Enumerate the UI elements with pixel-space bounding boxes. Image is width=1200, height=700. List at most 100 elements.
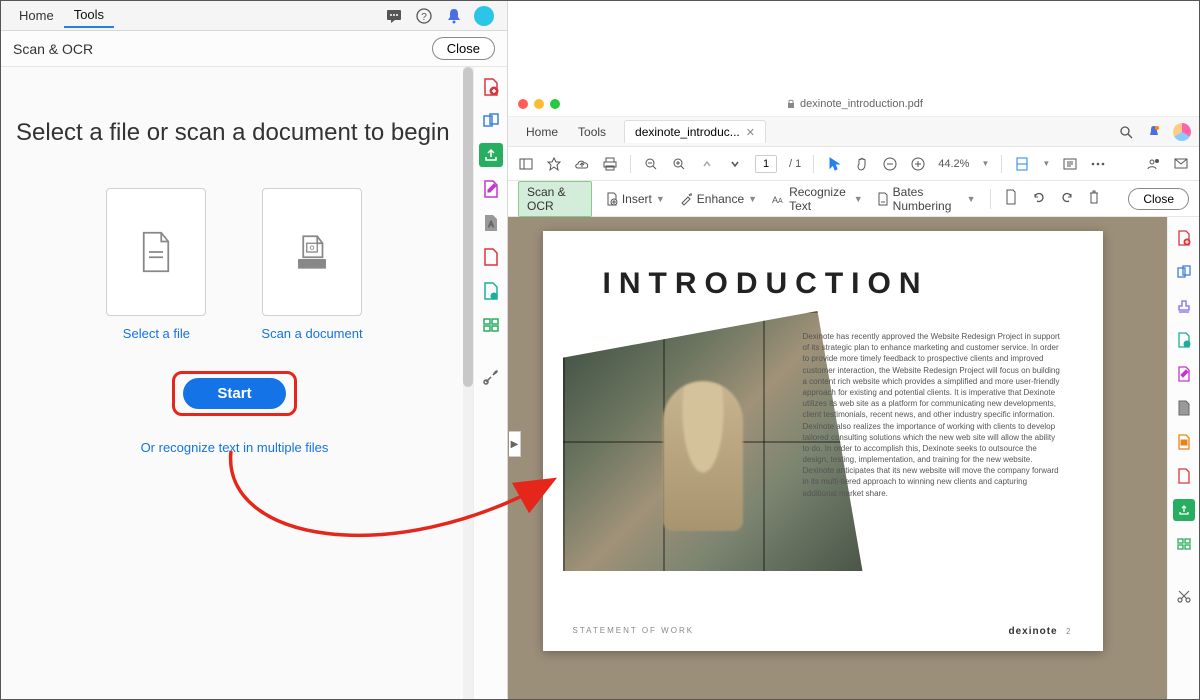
rr-create-icon[interactable] [1173, 227, 1195, 249]
share-icon[interactable] [479, 143, 503, 167]
scan-ocr-tab[interactable]: Scan & OCR [518, 181, 592, 217]
rr-optimize-icon[interactable] [1173, 533, 1195, 555]
rotate-ccw-icon[interactable] [1032, 190, 1046, 207]
right-tool-rail2 [1167, 217, 1199, 699]
traffic-lights[interactable] [518, 99, 560, 109]
user-avatar[interactable] [473, 5, 495, 27]
insert-menu[interactable]: Insert▼ [606, 192, 665, 206]
protect-icon[interactable] [479, 313, 503, 337]
rr-edit-icon[interactable] [1173, 363, 1195, 385]
selection-icon[interactable] [826, 156, 842, 172]
start-highlight-annotation: Start [172, 371, 296, 416]
more-tools-icon[interactable] [479, 365, 503, 389]
tab-tools[interactable]: Tools [568, 121, 616, 143]
scrollbar-thumb[interactable] [463, 67, 473, 387]
right-tool-rail: A [473, 67, 507, 699]
scan-ocr-toolbar: Scan & OCR Insert▼ Enhance▼ AARecognize … [508, 181, 1199, 217]
hand-icon[interactable] [854, 156, 870, 172]
delete-icon[interactable] [1088, 190, 1100, 207]
doc-title: INTRODUCTION [603, 267, 1063, 301]
page-total-label: / 1 [789, 158, 801, 170]
search-icon[interactable] [1117, 123, 1135, 141]
macos-titlebar: dexinote_introduction.pdf [508, 91, 1199, 117]
zoom-level[interactable]: 44.2% [938, 158, 969, 170]
doc-photo-subject [663, 381, 743, 531]
zoom-out2-icon[interactable] [882, 156, 898, 172]
close-tab-icon[interactable]: ✕ [746, 126, 755, 139]
scan-document-option[interactable]: Scan a document [261, 188, 362, 341]
bell2-icon[interactable] [1145, 123, 1163, 141]
menu-home[interactable]: Home [9, 4, 64, 27]
zoom-in2-icon[interactable] [910, 156, 926, 172]
tab-home[interactable]: Home [516, 121, 568, 143]
main-toolbar: / 1 44.2% ▼ ▼ [508, 147, 1199, 181]
rr-comment-icon[interactable] [1173, 431, 1195, 453]
rr-share-icon[interactable] [1173, 499, 1195, 521]
rr-stamp-icon[interactable] [1173, 295, 1195, 317]
scan-document-label: Scan a document [261, 326, 362, 341]
star-icon[interactable] [546, 156, 562, 172]
rr-cut-icon[interactable] [1173, 585, 1195, 607]
close-button[interactable]: Close [432, 37, 495, 60]
tab-bar: Home Tools dexinote_introduc... ✕ [508, 117, 1199, 147]
help-icon[interactable]: ? [413, 5, 435, 27]
export-icon[interactable]: A [479, 211, 503, 235]
recognize-text-menu[interactable]: AARecognize Text▼ [771, 185, 863, 213]
enhance-menu[interactable]: Enhance▼ [679, 192, 757, 206]
menubar: Home Tools ? [1, 1, 507, 31]
recognize-multiple-link[interactable]: Or recognize text in multiple files [16, 440, 453, 455]
prev-page-icon[interactable] [699, 156, 715, 172]
cloud-icon[interactable] [574, 156, 590, 172]
bell-icon[interactable] [443, 5, 465, 27]
page-heading: Select a file or scan a document to begi… [16, 117, 453, 148]
rr-export-icon[interactable] [1173, 397, 1195, 419]
page-display-icon[interactable] [1014, 156, 1030, 172]
left-app-window: Home Tools ? Scan & OCR Close Select a f… [1, 1, 508, 699]
document-viewport[interactable]: INTRODUCTION Dexinote has recently appro… [508, 217, 1167, 699]
read-mode-icon[interactable] [1062, 156, 1078, 172]
avatar2[interactable] [1173, 123, 1191, 141]
svg-text:A: A [488, 220, 494, 229]
select-file-label: Select a file [123, 326, 190, 341]
right-app-window: dexinote_introduction.pdf Home Tools dex… [508, 1, 1199, 699]
scrollbar-track[interactable] [463, 67, 473, 699]
rr-combine-icon[interactable] [1173, 261, 1195, 283]
select-file-option[interactable]: Select a file [106, 188, 206, 341]
doc-body-text: Dexinote has recently approved the Websi… [803, 331, 1063, 505]
rotate-cw-icon[interactable] [1060, 190, 1074, 207]
svg-text:?: ? [421, 12, 427, 23]
sidebar-toggle-icon[interactable] [518, 156, 534, 172]
scan-close-button[interactable]: Close [1128, 188, 1189, 210]
window-title: dexinote_introduction.pdf [800, 98, 923, 110]
mail-icon[interactable] [1173, 156, 1189, 172]
rr-organize-icon[interactable] [1173, 465, 1195, 487]
more-icon[interactable] [1090, 156, 1106, 172]
document-tab[interactable]: dexinote_introduc... ✕ [624, 120, 766, 143]
collapse-left-icon[interactable]: ▶ [509, 431, 521, 457]
zoom-in-icon[interactable] [671, 156, 687, 172]
document-tab-label: dexinote_introduc... [635, 125, 740, 139]
start-button[interactable]: Start [183, 378, 285, 409]
rr-measure-icon[interactable] [1173, 329, 1195, 351]
menu-tools[interactable]: Tools [64, 3, 114, 28]
tool-name-label: Scan & OCR [13, 41, 93, 57]
sign-icon[interactable] [479, 279, 503, 303]
page-number-input[interactable] [755, 155, 777, 173]
tool-toolbar: Scan & OCR Close [1, 31, 507, 67]
combine-icon[interactable] [479, 109, 503, 133]
doc-footer-left: STATEMENT OF WORK [573, 626, 695, 637]
print-icon[interactable] [602, 156, 618, 172]
crop-icon[interactable] [1004, 189, 1018, 208]
content-area: Select a file or scan a document to begi… [1, 67, 507, 699]
svg-text:A: A [778, 198, 783, 205]
next-page-icon[interactable] [727, 156, 743, 172]
create-pdf-icon[interactable] [479, 75, 503, 99]
comment-icon[interactable] [383, 5, 405, 27]
bates-menu[interactable]: Bates Numbering▼ [877, 185, 976, 213]
zoom-out-icon[interactable] [643, 156, 659, 172]
organize-icon[interactable] [479, 245, 503, 269]
doc-brand: dexinote [1008, 626, 1057, 637]
edit-icon[interactable] [479, 177, 503, 201]
share2-icon[interactable] [1145, 156, 1161, 172]
doc-page-num: 2 [1066, 627, 1072, 636]
